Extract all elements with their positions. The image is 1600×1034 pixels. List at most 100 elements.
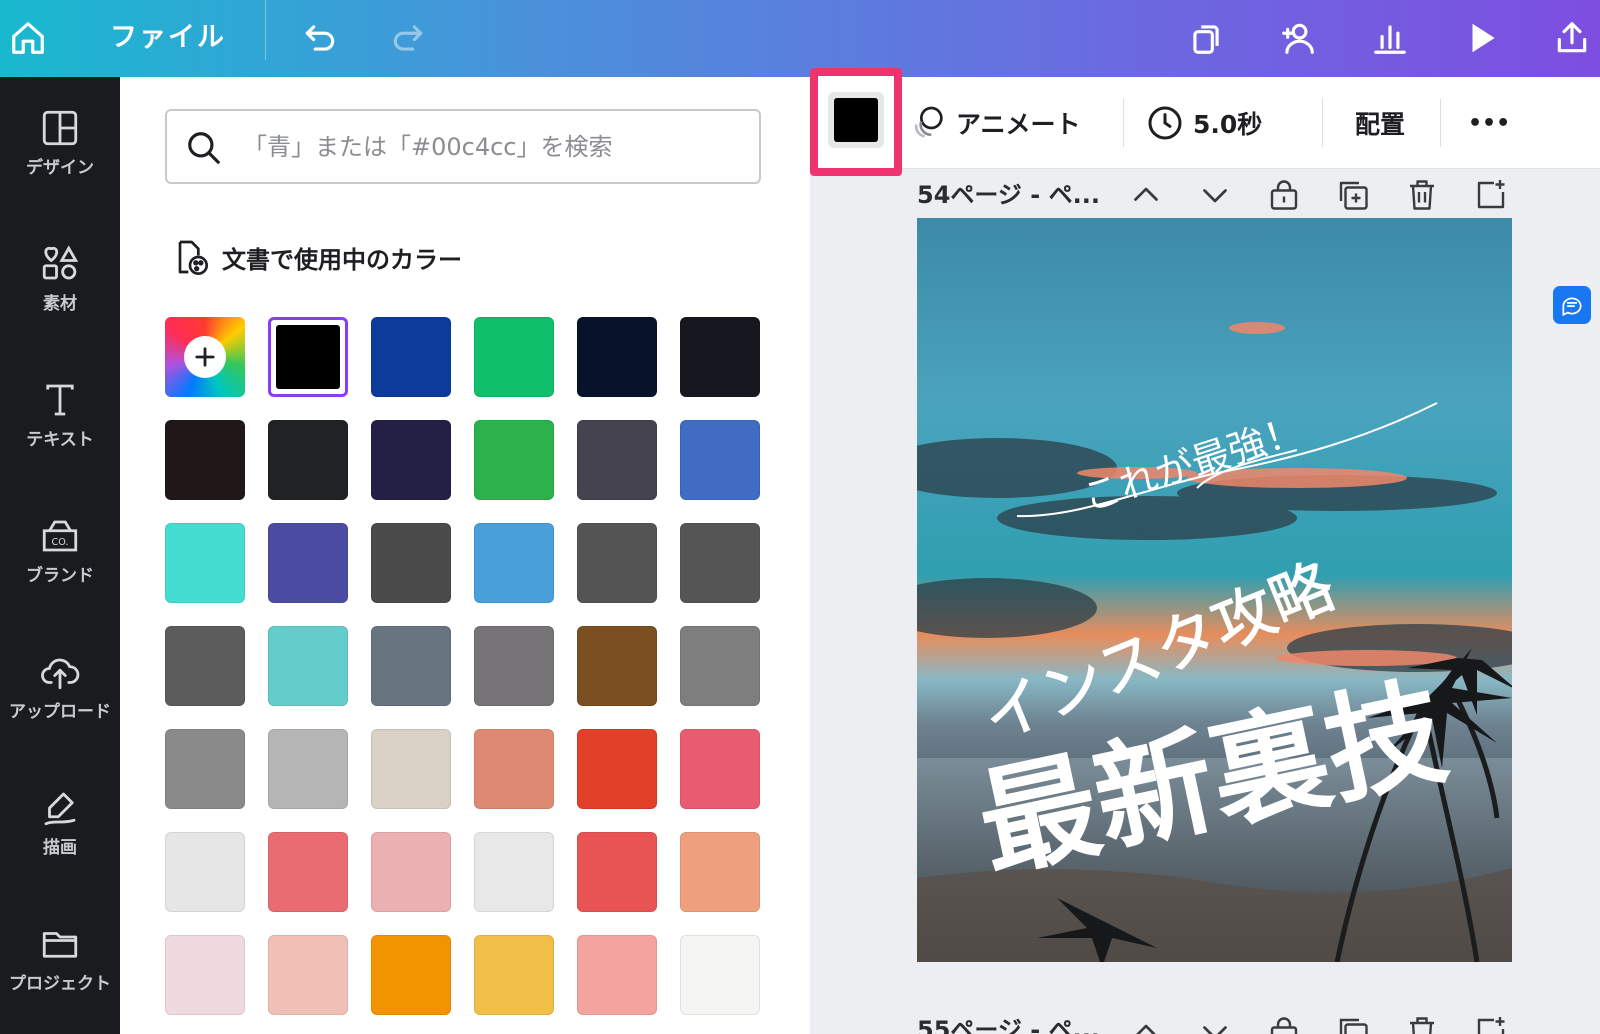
color-swatch[interactable] <box>577 523 657 603</box>
color-swatch[interactable] <box>165 729 245 809</box>
duration-button[interactable]: 5.0秒 <box>1145 99 1262 147</box>
svg-text:CO.: CO. <box>52 536 69 547</box>
section-title: 文書で使用中のカラー <box>222 245 462 274</box>
color-swatch[interactable] <box>680 729 760 809</box>
color-swatch[interactable] <box>577 626 657 706</box>
color-swatch[interactable] <box>577 317 657 397</box>
current-color-chip <box>834 98 878 142</box>
color-swatch[interactable] <box>268 420 348 500</box>
color-swatch[interactable] <box>268 832 348 912</box>
arrange-button[interactable]: 配置 <box>1355 99 1405 147</box>
color-swatch[interactable] <box>371 626 451 706</box>
resize-icon[interactable] <box>1178 10 1234 66</box>
color-swatch[interactable] <box>474 832 554 912</box>
design-page-canvas[interactable]: これが最強！ インスタ攻略 最新裏技 <box>917 218 1512 962</box>
lock-page-icon[interactable] <box>1266 1014 1302 1034</box>
rail-item-elements[interactable]: 素材 <box>0 223 120 333</box>
color-swatch[interactable] <box>165 832 245 912</box>
color-search-input[interactable] <box>243 127 743 167</box>
rail-label: 描画 <box>43 837 77 858</box>
rail-item-draw[interactable]: 描画 <box>0 767 120 877</box>
divider <box>1440 99 1441 147</box>
duplicate-page-icon[interactable] <box>1335 1014 1371 1034</box>
color-swatch[interactable] <box>474 523 554 603</box>
color-swatch[interactable] <box>371 832 451 912</box>
present-icon[interactable] <box>1454 10 1510 66</box>
folder-icon <box>42 931 78 958</box>
rail-item-design[interactable]: デザイン <box>0 87 120 197</box>
color-swatch[interactable] <box>577 935 657 1015</box>
color-swatch[interactable] <box>474 935 554 1015</box>
delete-page-icon[interactable] <box>1404 1014 1440 1034</box>
color-swatch[interactable] <box>371 317 451 397</box>
export-icon[interactable] <box>1544 10 1600 66</box>
add-page-icon[interactable] <box>1473 1014 1509 1034</box>
color-swatch-selected[interactable] <box>268 317 348 397</box>
notes-assistant-icon[interactable] <box>1553 286 1591 324</box>
color-swatch[interactable] <box>577 729 657 809</box>
color-swatch[interactable] <box>268 729 348 809</box>
add-color-button[interactable] <box>165 317 245 397</box>
text-color-button[interactable] <box>828 92 884 148</box>
draw-icon <box>44 792 76 825</box>
next-page-title[interactable]: 55ページ - ペ... <box>917 1010 1100 1034</box>
color-swatch[interactable] <box>165 935 245 1015</box>
brand-icon: CO. <box>42 520 78 551</box>
color-swatch[interactable] <box>680 626 760 706</box>
rail-item-text[interactable]: テキスト <box>0 359 120 469</box>
color-swatch[interactable] <box>577 832 657 912</box>
highlight-frame <box>810 68 902 176</box>
arrange-label: 配置 <box>1355 110 1406 139</box>
text-icon <box>46 384 74 415</box>
animate-icon <box>914 106 943 138</box>
lock-page-icon[interactable] <box>1266 177 1302 213</box>
page-header: 54ページ - ペ... <box>917 167 1100 217</box>
undo-icon[interactable] <box>292 10 348 66</box>
page-title[interactable]: 54ページ - ペ... <box>917 175 1100 210</box>
color-swatch-grid <box>165 317 765 1015</box>
insights-icon[interactable] <box>1362 10 1418 66</box>
color-swatch[interactable] <box>268 935 348 1015</box>
color-swatch[interactable] <box>371 420 451 500</box>
elements-icon <box>42 244 79 279</box>
color-swatch[interactable] <box>165 626 245 706</box>
chevron-down-icon[interactable] <box>1197 177 1233 213</box>
canvas-area: アニメート 5.0秒 配置 ••• 54ページ - ペ... これが最強！ イン… <box>810 68 1600 1034</box>
color-swatch[interactable] <box>474 420 554 500</box>
color-swatch[interactable] <box>371 729 451 809</box>
divider <box>1322 99 1323 147</box>
color-swatch[interactable] <box>474 729 554 809</box>
duplicate-page-icon[interactable] <box>1335 177 1371 213</box>
color-swatch[interactable] <box>371 935 451 1015</box>
color-swatch[interactable] <box>680 523 760 603</box>
color-swatch[interactable] <box>474 626 554 706</box>
color-swatch[interactable] <box>165 420 245 500</box>
color-swatch[interactable] <box>268 523 348 603</box>
rail-label: デザイン <box>26 157 94 178</box>
color-swatch[interactable] <box>371 523 451 603</box>
add-page-icon[interactable] <box>1473 177 1509 213</box>
rail-label: 素材 <box>43 293 77 314</box>
file-menu[interactable]: ファイル <box>110 14 226 62</box>
home-icon[interactable] <box>0 10 56 66</box>
color-swatch[interactable] <box>268 626 348 706</box>
rail-item-upload[interactable]: アップロード <box>0 631 120 741</box>
chevron-up-icon[interactable] <box>1128 177 1164 213</box>
color-swatch[interactable] <box>680 420 760 500</box>
rail-item-brand[interactable]: CO. ブランド <box>0 495 120 605</box>
color-swatch[interactable] <box>474 317 554 397</box>
color-swatch[interactable] <box>165 523 245 603</box>
color-swatch[interactable] <box>680 935 760 1015</box>
color-search-box[interactable] <box>165 109 761 184</box>
more-options-button[interactable]: ••• <box>1468 99 1510 147</box>
share-people-icon[interactable] <box>1270 10 1326 66</box>
redo-icon[interactable] <box>380 10 436 66</box>
delete-page-icon[interactable] <box>1404 177 1440 213</box>
chevron-down-icon[interactable] <box>1197 1014 1233 1034</box>
color-swatch[interactable] <box>680 832 760 912</box>
chevron-up-icon[interactable] <box>1128 1014 1164 1034</box>
color-swatch[interactable] <box>680 317 760 397</box>
animate-button[interactable]: アニメート <box>908 99 1081 147</box>
rail-item-projects[interactable]: プロジェクト <box>0 903 120 1013</box>
color-swatch[interactable] <box>577 420 657 500</box>
